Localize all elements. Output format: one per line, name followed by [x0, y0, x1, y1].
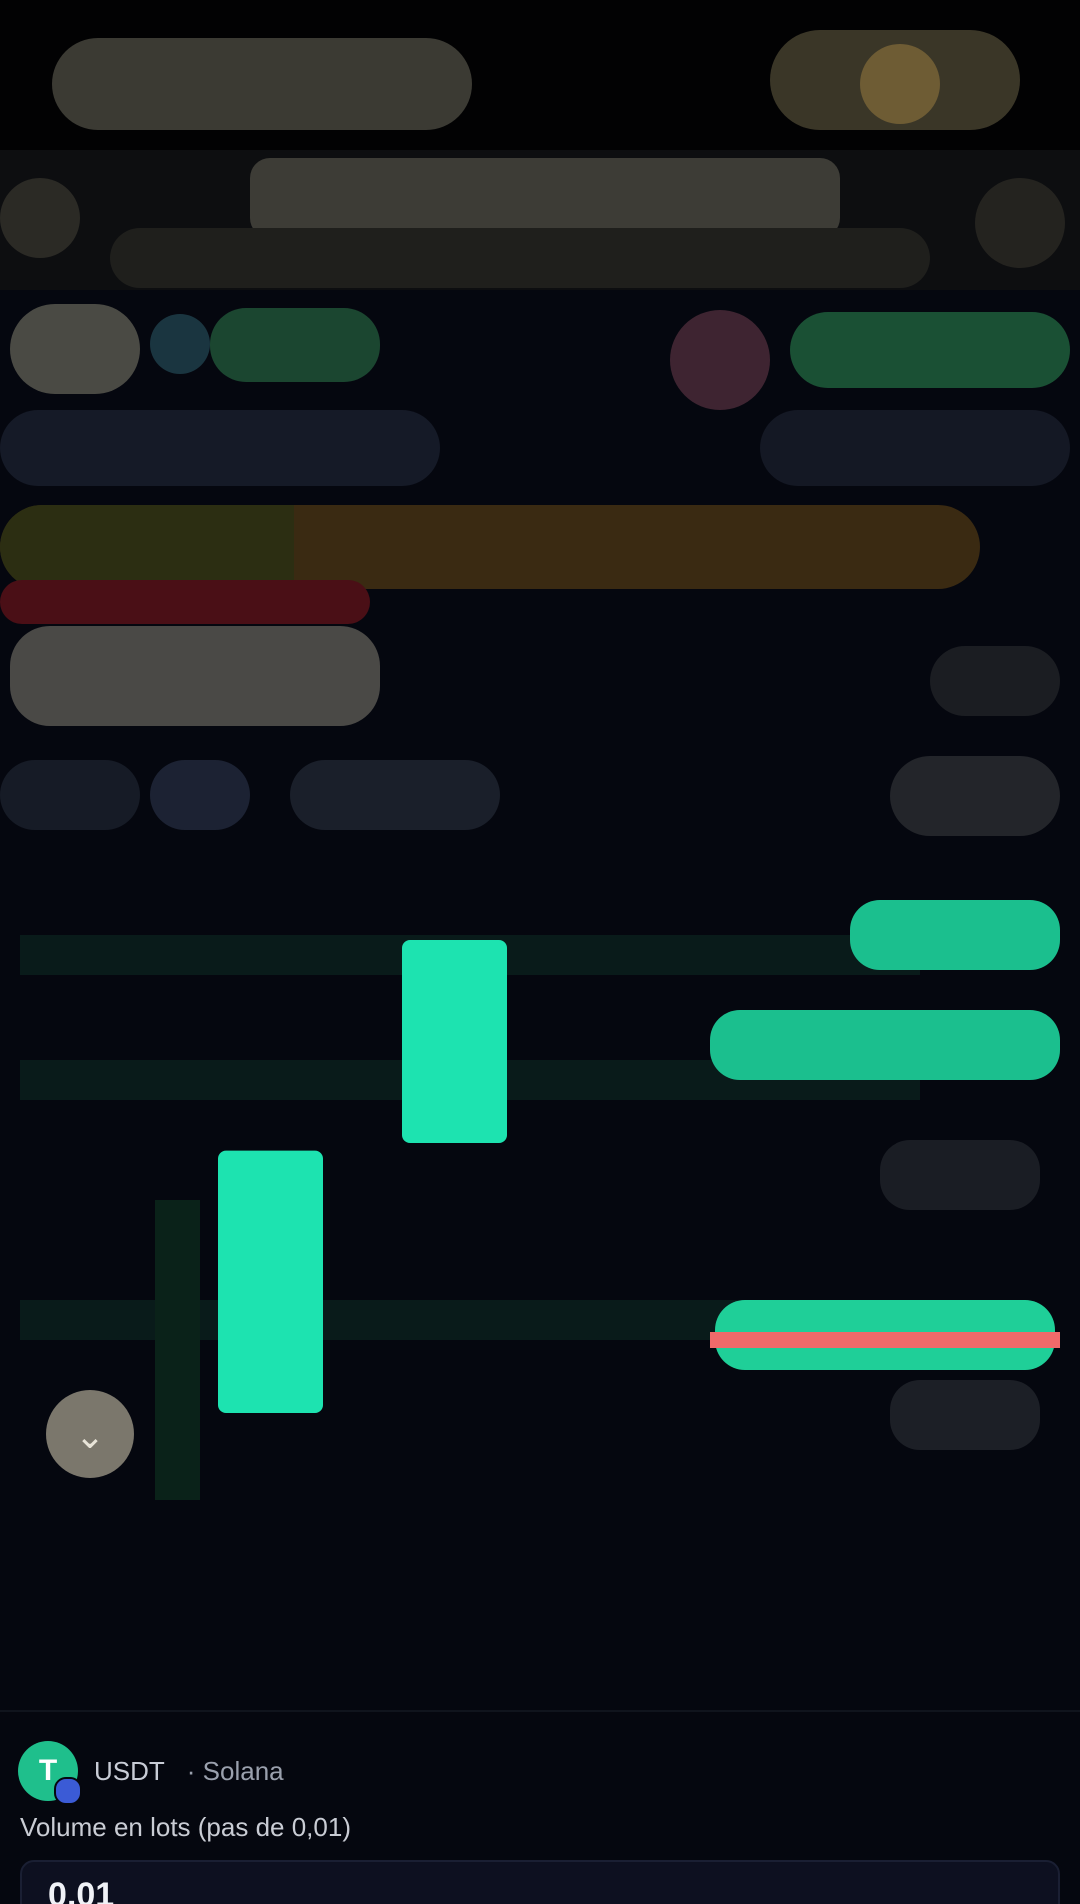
volume-label: Volume en lots (pas de 0,01): [20, 1812, 351, 1842]
account-selector[interactable]: [52, 38, 472, 130]
menu-icon[interactable]: [975, 178, 1065, 268]
volume-input[interactable]: [20, 1860, 1060, 1904]
price-chart[interactable]: ⌄: [0, 900, 1080, 1520]
price-side: [930, 646, 1060, 716]
risk-indicator: [0, 580, 370, 624]
asset-network: · Solana: [186, 1755, 284, 1786]
fullscreen-button[interactable]: [890, 756, 1060, 836]
current-price-line: [710, 1332, 1060, 1348]
info-left: [0, 410, 440, 486]
avatar: [10, 304, 140, 394]
sentiment-bar-fill: [0, 505, 294, 589]
sentiment-bar: [0, 505, 980, 589]
chart-type-icon[interactable]: [150, 760, 250, 830]
info-row: [0, 400, 1080, 490]
candle-bar: [218, 1150, 323, 1413]
stats-row: [0, 290, 1080, 410]
price-row: [0, 620, 1080, 730]
current-price: [10, 626, 380, 726]
top-bar: [0, 0, 1080, 150]
price-tag-low: [890, 1380, 1040, 1450]
solana-badge-icon: [54, 1777, 82, 1805]
timeframe-tab[interactable]: [0, 760, 140, 830]
price-tag-high: [850, 900, 1060, 970]
asset-selector[interactable]: T USDT · Solana: [18, 1738, 618, 1805]
chevron-down-icon: ⌄: [75, 1416, 105, 1457]
network-icon: [150, 314, 210, 374]
alert-icon: [670, 310, 770, 410]
pair-title[interactable]: [250, 158, 840, 238]
change-badge-left: [210, 308, 380, 382]
pair-subtitle: [110, 228, 930, 288]
trade-screen: ⌄ T USDT · Solana Volume en lots (pas de…: [0, 0, 1080, 1904]
indicator-tab[interactable]: [290, 760, 500, 830]
pair-header: [0, 150, 1080, 290]
price-tag-ask: [710, 1010, 1060, 1080]
info-right: [760, 410, 1070, 486]
volume-band: [155, 1200, 200, 1500]
change-badge-right: [790, 312, 1070, 388]
candle-bar: [402, 940, 507, 1143]
price-tag-mid: [880, 1140, 1040, 1210]
divider: [0, 1710, 1080, 1712]
asset-symbol: USDT: [94, 1755, 165, 1786]
back-icon[interactable]: [0, 178, 80, 258]
usdt-icon: T: [18, 1741, 82, 1805]
coin-icon: [860, 44, 940, 124]
timeframe-row: [0, 750, 1080, 840]
